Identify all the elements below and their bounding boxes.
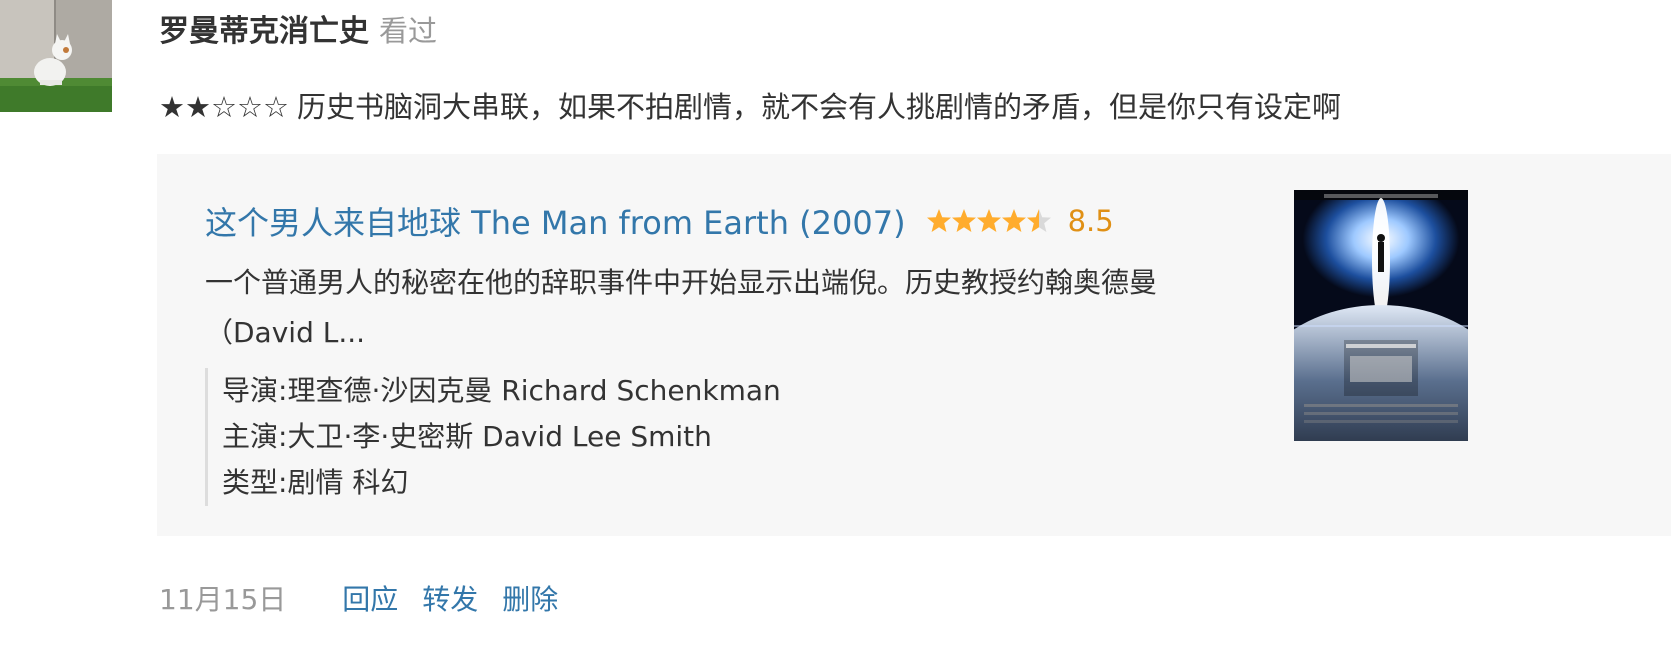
post-date: 11月15日	[159, 583, 287, 616]
cast-row: 主演:大卫·李·史密斯 David Lee Smith	[222, 414, 781, 460]
review-text: 历史书脑洞大串联，如果不拍剧情，就不会有人挑剧情的矛盾，但是你只有设定啊	[297, 90, 1342, 124]
cast-label: 主演:	[222, 420, 288, 453]
genre-row: 类型:剧情 科幻	[222, 460, 781, 506]
delete-link[interactable]: 删除	[502, 578, 558, 618]
movie-rating-stars	[926, 208, 1054, 234]
movie-title-link[interactable]: 这个男人来自地球 The Man from Earth (2007)	[205, 198, 906, 244]
movie-poster[interactable]	[1294, 190, 1468, 441]
genre-label: 类型:	[222, 466, 288, 499]
status-footer: 11月15日 回应 转发 删除	[159, 578, 558, 618]
genre-value: 剧情 科幻	[287, 466, 409, 499]
director-value: 理查德·沙因克曼 Richard Schenkman	[287, 374, 781, 407]
movie-meta: 导演:理查德·沙因克曼 Richard Schenkman 主演:大卫·李·史密…	[205, 368, 781, 506]
status-card: 罗曼蒂克消亡史 看过 ★★☆☆☆ 历史书脑洞大串联，如果不拍剧情，就不会有人挑剧情…	[0, 0, 1671, 653]
avatar[interactable]	[0, 0, 112, 112]
star-rating-icon	[926, 209, 1051, 232]
movie-synopsis: 一个普通男人的秘密在他的辞职事件中开始显示出端倪。历史教授约翰奥德曼（David…	[205, 266, 1158, 349]
status-header: 罗曼蒂克消亡史 看过	[159, 6, 437, 50]
user-rating-stars: ★★☆☆☆	[159, 90, 289, 124]
director-row: 导演:理查德·沙因克曼 Richard Schenkman	[222, 368, 781, 414]
movie-poster-image	[1294, 190, 1468, 441]
review-line: ★★☆☆☆ 历史书脑洞大串联，如果不拍剧情，就不会有人挑剧情的矛盾，但是你只有设定…	[159, 84, 1341, 126]
movie-score: 8.5	[1067, 204, 1114, 238]
share-link[interactable]: 转发	[422, 578, 478, 618]
movie-title-row: 这个男人来自地球 The Man from Earth (2007) 8.5	[205, 198, 1114, 244]
director-label: 导演:	[222, 374, 288, 407]
username-link[interactable]: 罗曼蒂克消亡史	[159, 6, 369, 50]
movie-card: 这个男人来自地球 The Man from Earth (2007) 8.5 一…	[157, 154, 1671, 536]
action-label: 看过	[379, 14, 438, 48]
cast-value: 大卫·李·史密斯 David Lee Smith	[287, 420, 712, 453]
reply-link[interactable]: 回应	[342, 578, 398, 618]
cat-avatar-image	[0, 0, 112, 112]
